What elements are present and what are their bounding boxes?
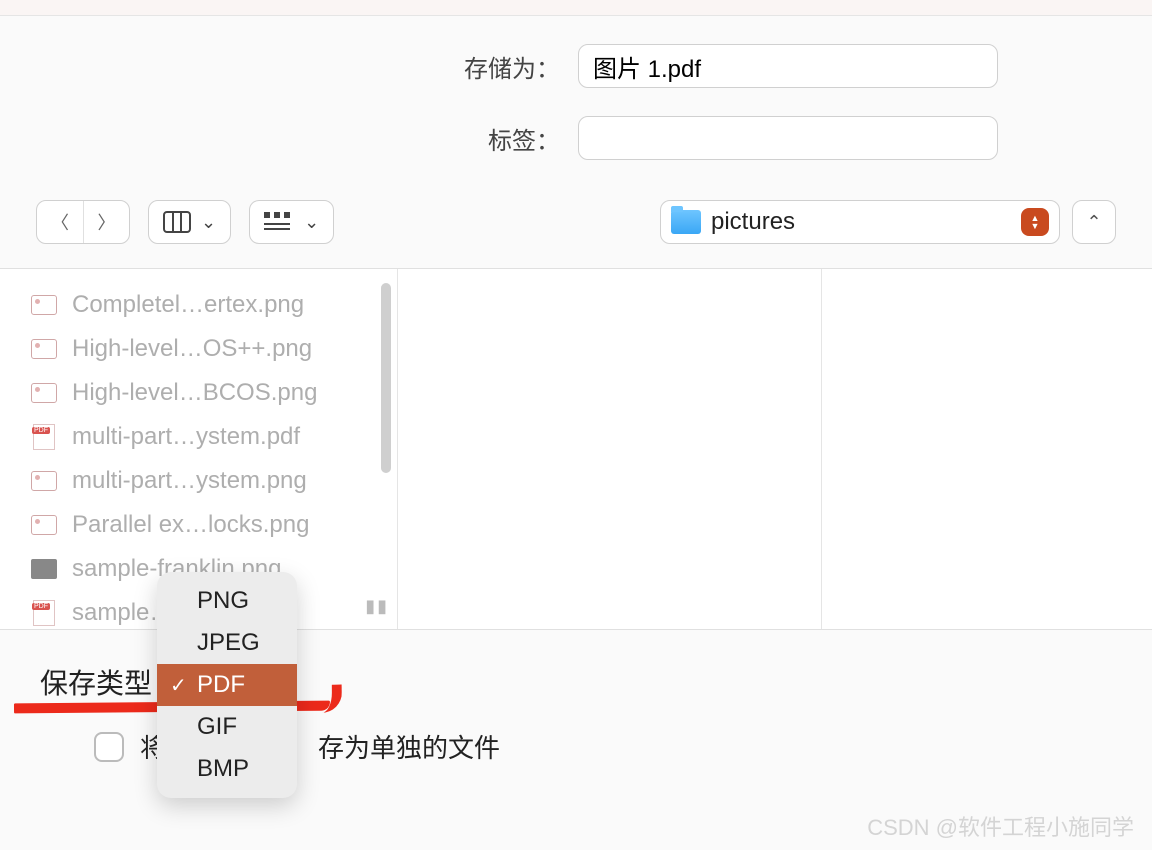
folder-select[interactable]: pictures ▲▼ [660, 200, 1060, 244]
file-item[interactable]: Parallel ex…locks.png [30, 503, 397, 547]
file-item[interactable]: High-level…BCOS.png [30, 371, 397, 415]
file-name: High-level…BCOS.png [72, 379, 317, 407]
pdf-file-icon [30, 602, 58, 624]
collapse-button[interactable]: ⌃ [1072, 200, 1116, 244]
png-file-icon [30, 294, 58, 316]
png-file-icon [30, 382, 58, 404]
save-type-label: 保存类型 [40, 662, 152, 702]
png-file-icon [30, 514, 58, 536]
folder-icon [671, 210, 701, 234]
view-group-button[interactable]: ⌄ [249, 200, 334, 244]
tags-row: 标签： [0, 116, 1152, 160]
toolbar: 〈 〉 ⌄ ⌄ pictures ▲▼ ⌃ [0, 160, 1152, 268]
separate-files-checkbox[interactable] [94, 732, 124, 762]
chevron-left-icon: 〈 [51, 209, 69, 235]
watermark: CSDN @软件工程小施同学 [867, 810, 1134, 842]
chevron-up-icon: ⌃ [1086, 212, 1101, 233]
bottom-panel: 保存类型 将 存为单独的文件 PNGJPEGPDFGIFBMP [0, 630, 1152, 797]
nav-forward-button[interactable]: 〉 [83, 201, 129, 243]
format-option-bmp[interactable]: BMP [157, 748, 297, 790]
format-option-jpeg[interactable]: JPEG [157, 622, 297, 664]
chevron-right-icon: 〉 [98, 209, 116, 235]
file-column-3[interactable] [822, 269, 1152, 629]
file-name: multi-part…ystem.pdf [72, 423, 300, 451]
file-column-2[interactable] [398, 269, 822, 629]
save-as-label: 存储为： [0, 49, 560, 84]
png-file-icon [30, 470, 58, 492]
folder-row: pictures ▲▼ ⌃ [660, 200, 1116, 244]
titlebar [0, 0, 1152, 16]
file-item[interactable]: Completel…ertex.png [30, 283, 397, 327]
file-name: Parallel ex…locks.png [72, 511, 309, 539]
img-file-icon [30, 558, 58, 580]
png-file-icon [30, 338, 58, 360]
nav-back-button[interactable]: 〈 [37, 201, 83, 243]
file-item[interactable]: High-level…OS++.png [30, 327, 397, 371]
pause-icon: ▮▮ [365, 596, 389, 617]
format-dropdown: PNGJPEGPDFGIFBMP [157, 572, 297, 798]
updown-icon: ▲▼ [1021, 208, 1049, 236]
file-item[interactable]: multi-part…ystem.pdf [30, 415, 397, 459]
format-option-pdf[interactable]: PDF [157, 664, 297, 706]
file-name: High-level…OS++.png [72, 335, 312, 363]
save-as-row: 存储为： [0, 44, 1152, 88]
view-columns-button[interactable]: ⌄ [148, 200, 231, 244]
scrollbar-thumb[interactable] [381, 283, 391, 473]
folder-name: pictures [711, 208, 795, 236]
chevron-down-icon: ⌄ [304, 212, 319, 233]
tags-input[interactable] [578, 116, 998, 160]
grid-icon [264, 212, 294, 232]
chevron-down-icon: ⌄ [201, 212, 216, 233]
file-name: multi-part…ystem.png [72, 467, 307, 495]
tags-label: 标签： [0, 121, 560, 156]
columns-icon [163, 211, 191, 233]
filename-input[interactable] [578, 44, 998, 88]
pdf-file-icon [30, 426, 58, 448]
file-item[interactable]: multi-part…ystem.png [30, 459, 397, 503]
format-option-png[interactable]: PNG [157, 580, 297, 622]
checkbox-text-after: 存为单独的文件 [318, 728, 500, 765]
nav-group: 〈 〉 [36, 200, 130, 244]
format-option-gif[interactable]: GIF [157, 706, 297, 748]
file-name: Completel…ertex.png [72, 291, 304, 319]
